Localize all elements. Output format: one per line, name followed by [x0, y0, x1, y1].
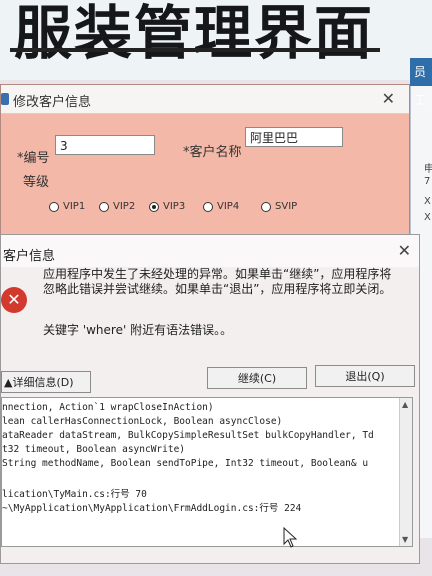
radio-label: VIP2 [113, 201, 136, 212]
level-radio-vip4[interactable]: VIP4 [203, 201, 239, 212]
edit-customer-window: 修改客户信息 ✕ *编号 3 *客户名称 阿里巴巴 等级 VIP1 VIP2 V… [0, 84, 410, 254]
background-panel-header: 员工 [410, 58, 432, 107]
trace-scrollbar[interactable]: ▲ ▼ [399, 398, 412, 546]
customer-name-label: *客户名称 [183, 145, 242, 160]
error-message: 应用程序中发生了未经处理的异常。如果单击“继续”，应用程序将忽略此错误并尝试继续… [43, 267, 392, 296]
customer-name-field[interactable]: 阿里巴巴 [245, 127, 343, 147]
scroll-down-icon[interactable]: ▼ [402, 535, 408, 544]
exit-button[interactable]: 退出(Q) [315, 365, 415, 387]
background-text: 申 [424, 164, 432, 175]
error-dialog-title: 客户信息 [3, 249, 56, 264]
error-dialog-titlebar[interactable]: 客户信息 ✕ [1, 235, 419, 267]
trace-line: nnection, Action`1 wrapCloseInAction) [2, 402, 214, 413]
error-dialog: 客户信息 ✕ ✕ 应用程序中发生了未经处理的异常。如果单击“继续”，应用程序将忽… [0, 234, 420, 564]
app-banner: 服装管理界面 [0, 0, 432, 80]
trace-line: ataReader dataStream, BulkCopySimpleResu… [2, 430, 374, 441]
trace-line: lean callerHasConnectionLock, Boolean as… [2, 416, 283, 427]
close-icon[interactable]: ✕ [382, 89, 395, 108]
radio-dot [49, 201, 59, 212]
details-button-label: 详细信息(D) [12, 376, 74, 389]
edit-window-titlebar[interactable]: 修改客户信息 ✕ [1, 85, 409, 114]
close-icon[interactable]: ✕ [398, 241, 411, 260]
level-radio-vip3[interactable]: VIP3 [149, 201, 185, 212]
radio-dot [99, 201, 109, 212]
level-label: 等级 [23, 175, 50, 190]
id-field[interactable]: 3 [55, 135, 155, 155]
radio-dot-selected [149, 201, 159, 212]
trace-line: String methodName, Boolean sendToPipe, I… [2, 458, 369, 469]
background-text: X [424, 196, 431, 207]
trace-line: lication\TyMain.cs:行号 70 [2, 489, 147, 500]
mouse-cursor-icon [283, 527, 297, 548]
radio-dot [261, 201, 271, 212]
banner-underline [10, 48, 380, 52]
background-text: 7 [424, 176, 431, 187]
app-icon [1, 93, 9, 105]
details-button[interactable]: ▲详细信息(D) [1, 371, 91, 393]
radio-label: SVIP [275, 201, 298, 212]
level-radio-vip1[interactable]: VIP1 [49, 201, 85, 212]
edit-window-title: 修改客户信息 [13, 95, 92, 110]
error-icon: ✕ [1, 287, 27, 313]
radio-dot [203, 201, 213, 212]
trace-line: ~\MyApplication\MyApplication\FrmAddLogi… [2, 503, 302, 514]
level-radio-svip[interactable]: SVIP [261, 201, 297, 212]
level-radio-vip2[interactable]: VIP2 [99, 201, 135, 212]
id-label: *编号 [17, 151, 50, 166]
background-text: X [424, 212, 431, 223]
radio-label: VIP1 [63, 201, 86, 212]
continue-button[interactable]: 继续(C) [207, 367, 307, 389]
stack-trace-box[interactable]: nnection, Action`1 wrapCloseInAction) le… [1, 397, 413, 547]
radio-label: VIP3 [163, 201, 186, 212]
banner-title: 服装管理界面 [14, 0, 375, 67]
error-detail-message: 关键字 'where' 附近有语法错误。。 [43, 323, 233, 337]
radio-label: VIP4 [217, 201, 240, 212]
scroll-up-icon[interactable]: ▲ [402, 400, 408, 409]
trace-line: t32 timeout, Boolean asyncWrite) [2, 444, 186, 455]
